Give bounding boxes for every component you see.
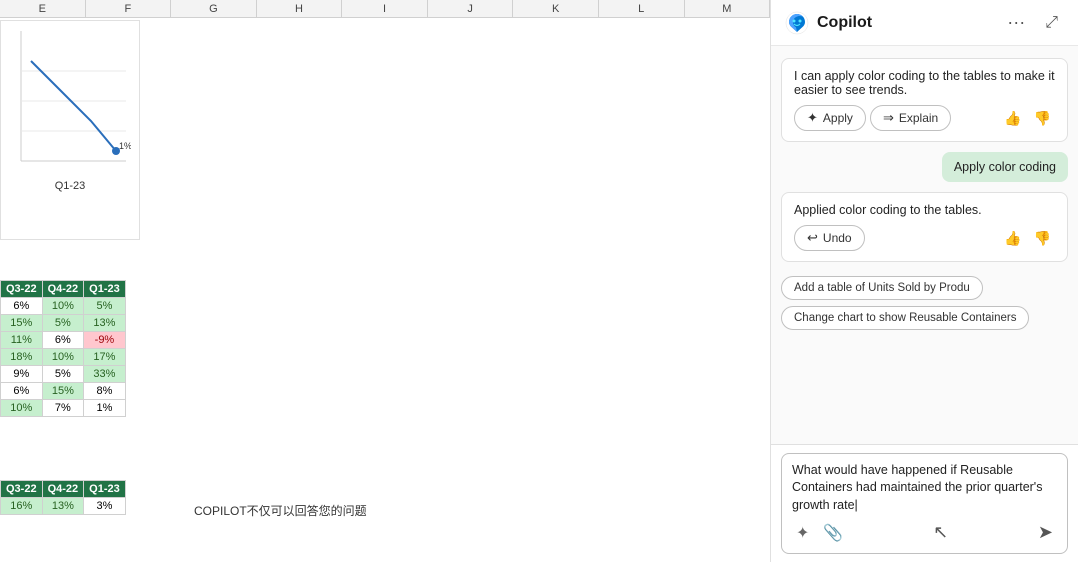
col-header-l: L [599, 0, 685, 17]
col-header-i: I [342, 0, 428, 17]
thumbs-2: 👍 👎 [1000, 228, 1055, 249]
thumbs-up-2[interactable]: 👍 [1000, 228, 1025, 249]
table2-header-q3: Q3-22 [1, 481, 43, 498]
copilot-title: Copilot [817, 14, 993, 32]
message-assistant-1: I can apply color coding to the tables t… [781, 58, 1068, 142]
input-text: What would have happened if Reusable Con… [792, 462, 1057, 515]
table-cell: 33% [84, 366, 126, 383]
table-cell: 8% [84, 383, 126, 400]
col-header-j: J [428, 0, 514, 17]
chart-label: Q1-23 [1, 180, 139, 192]
table-cell: 5% [84, 298, 126, 315]
copilot-panel: Copilot ··· ⤢ I can apply color coding t… [770, 0, 1078, 562]
explain-label: Explain [899, 111, 938, 125]
message-text-1: I can apply color coding to the tables t… [794, 69, 1055, 97]
table-cell: 15% [1, 315, 43, 332]
line-chart: 1% [1, 21, 131, 181]
cursor-icon: ↖ [933, 522, 948, 543]
thumbs-down-1[interactable]: 👎 [1030, 108, 1055, 129]
chip-units-table[interactable]: Add a table of Units Sold by Produ [781, 276, 983, 300]
table-cell: 5% [42, 366, 84, 383]
table-row: 9%5%33% [1, 366, 126, 383]
table-cell: 13% [42, 498, 84, 515]
table-row: 18%10%17% [1, 349, 126, 366]
col-header-m: M [685, 0, 771, 17]
table-cell: 15% [42, 383, 84, 400]
message-text-2: Applied color coding to the tables. [794, 203, 1055, 217]
input-box[interactable]: What would have happened if Reusable Con… [781, 453, 1068, 555]
column-headers: EFGHIJKLM [0, 0, 770, 18]
table1: Q3-22 Q4-22 Q1-23 6%10%5%15%5%13%11%6%-9… [0, 280, 126, 417]
send-button[interactable]: ➤ [1034, 520, 1057, 545]
table-cell: 6% [1, 298, 43, 315]
explain-button[interactable]: ⇒ Explain [870, 105, 951, 131]
copilot-chat: I can apply color coding to the tables t… [771, 46, 1078, 444]
table-row: 15%5%13% [1, 315, 126, 332]
undo-button[interactable]: ↩ Undo [794, 225, 865, 251]
table-cell: 17% [84, 349, 126, 366]
svg-text:1%: 1% [119, 141, 131, 151]
col-header-k: K [513, 0, 599, 17]
table1-header-q1: Q1-23 [84, 281, 126, 298]
table-cell: 11% [1, 332, 43, 349]
table1-header-q4: Q4-22 [42, 281, 84, 298]
thumbs-1: 👍 👎 [1000, 108, 1055, 129]
table-row: 10%7%1% [1, 400, 126, 417]
table2-header-q1: Q1-23 [84, 481, 126, 498]
apply-button[interactable]: ✦ Apply [794, 105, 866, 131]
table-row: 16%13%3% [1, 498, 126, 515]
table-cell: 6% [42, 332, 84, 349]
table-cell: 16% [1, 498, 43, 515]
thumbs-down-2[interactable]: 👎 [1030, 228, 1055, 249]
col-header-h: H [257, 0, 343, 17]
apply-icon: ✦ [807, 110, 818, 126]
table-row: 6%15%8% [1, 383, 126, 400]
suggestion-chips: Add a table of Units Sold by Produ Chang… [781, 272, 1068, 334]
chart-container: 1% Q1-23 [0, 20, 140, 240]
table-cell: 6% [1, 383, 43, 400]
table-cell: -9% [84, 332, 126, 349]
table2: Q3-22 Q4-22 Q1-23 16%13%3% [0, 480, 126, 515]
message-actions-2: ↩ Undo 👍 👎 [794, 225, 1055, 251]
table-cell: 3% [84, 498, 126, 515]
copilot-header: Copilot ··· ⤢ [771, 0, 1078, 46]
excel-subtitle: COPILOT不仅可以回答您的问题 [190, 500, 371, 521]
excel-area: EFGHIJKLM 1% Q1-23 Q3-22 Q4-22 [0, 0, 770, 562]
table-cell: 10% [1, 400, 43, 417]
table-cell: 9% [1, 366, 43, 383]
table-cell: 7% [42, 400, 84, 417]
table-row: 11%6%-9% [1, 332, 126, 349]
undo-label: Undo [823, 231, 852, 245]
chip-chart-containers[interactable]: Change chart to show Reusable Containers [781, 306, 1029, 330]
col-header-f: F [86, 0, 172, 17]
copilot-menu-button[interactable]: ··· [1001, 10, 1031, 35]
table-cell: 1% [84, 400, 126, 417]
table-cell: 18% [1, 349, 43, 366]
table1-header-q3: Q3-22 [1, 281, 43, 298]
apply-label: Apply [823, 111, 853, 125]
input-actions: ✦ 📎 ↖ ➤ [792, 520, 1057, 545]
table-cell: 10% [42, 349, 84, 366]
thumbs-up-1[interactable]: 👍 [1000, 108, 1025, 129]
user-message-text-1: Apply color coding [954, 160, 1056, 174]
col-header-e: E [0, 0, 86, 17]
message-assistant-2: Applied color coding to the tables. ↩ Un… [781, 192, 1068, 262]
attach-button[interactable]: 📎 [819, 521, 847, 545]
table-cell: 5% [42, 315, 84, 332]
col-header-g: G [171, 0, 257, 17]
table-cell: 13% [84, 315, 126, 332]
explain-icon: ⇒ [883, 110, 894, 126]
table-row: 6%10%5% [1, 298, 126, 315]
message-actions-1: ✦ Apply ⇒ Explain 👍 👎 [794, 105, 1055, 131]
message-user-1: Apply color coding [942, 152, 1068, 182]
table-cell: 10% [42, 298, 84, 315]
table2-header-q4: Q4-22 [42, 481, 84, 498]
copilot-logo [785, 11, 809, 35]
copilot-input-area: What would have happened if Reusable Con… [771, 444, 1078, 562]
sparkle-button[interactable]: ✦ [792, 521, 813, 545]
undo-icon: ↩ [807, 230, 818, 246]
copilot-expand-button[interactable]: ⤢ [1039, 12, 1064, 34]
